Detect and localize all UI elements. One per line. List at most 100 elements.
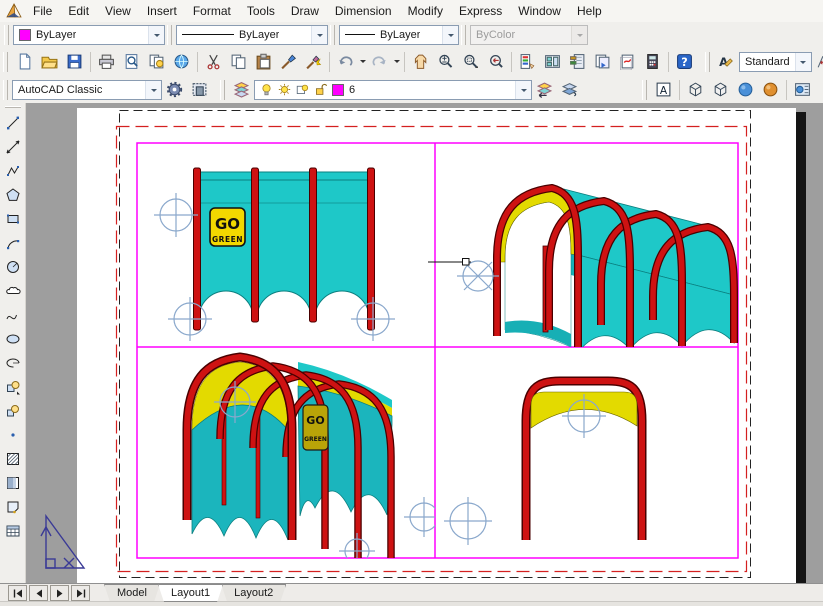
toolbar-grip[interactable] xyxy=(705,52,710,72)
chevron-down-icon[interactable] xyxy=(145,81,161,99)
undo-button[interactable] xyxy=(333,49,358,74)
toolbar-grip[interactable] xyxy=(642,80,647,100)
redo-button[interactable] xyxy=(367,49,392,74)
new-button[interactable] xyxy=(12,49,37,74)
text-style-button[interactable]: A xyxy=(714,49,739,74)
menu-edit[interactable]: Edit xyxy=(60,1,97,22)
rectangle-button[interactable] xyxy=(1,207,25,231)
toolbar-grip[interactable] xyxy=(220,80,225,100)
paste-button[interactable] xyxy=(251,49,276,74)
point-button[interactable] xyxy=(1,423,25,447)
menu-format[interactable]: Format xyxy=(185,1,239,22)
block-editor-button[interactable] xyxy=(301,49,326,74)
drawing-area[interactable]: GO GREEN xyxy=(26,103,823,583)
text-style-combo[interactable]: Standard xyxy=(739,52,812,72)
tool-palettes-button[interactable] xyxy=(565,49,590,74)
revcloud-button[interactable] xyxy=(1,279,25,303)
gradient-button[interactable] xyxy=(1,471,25,495)
linetype-control-combo[interactable]: ByLayer xyxy=(176,25,328,45)
tab-layout2[interactable]: Layout2 xyxy=(221,584,286,602)
toolbar-grip[interactable] xyxy=(4,25,9,45)
table-button[interactable] xyxy=(1,519,25,543)
visual-styles-manager-button[interactable] xyxy=(790,77,815,102)
match-properties-button[interactable] xyxy=(276,49,301,74)
my-workspace-button[interactable] xyxy=(187,77,212,102)
menu-window[interactable]: Window xyxy=(510,1,569,22)
unlock-icon[interactable] xyxy=(314,83,327,96)
conceptual-button[interactable] xyxy=(758,77,783,102)
menu-modify[interactable]: Modify xyxy=(400,1,451,22)
cut-button[interactable] xyxy=(201,49,226,74)
first-tab-button[interactable] xyxy=(8,585,27,601)
workspace-settings-button[interactable] xyxy=(162,77,187,102)
layer-properties-button[interactable] xyxy=(229,77,254,102)
copy-button[interactable] xyxy=(226,49,251,74)
menu-file[interactable]: File xyxy=(25,1,60,22)
web-button[interactable] xyxy=(169,49,194,74)
plot-button[interactable] xyxy=(94,49,119,74)
open-button[interactable] xyxy=(37,49,62,74)
menu-tools[interactable]: Tools xyxy=(239,1,283,22)
menu-dimension[interactable]: Dimension xyxy=(327,1,400,22)
region-button[interactable] xyxy=(1,495,25,519)
toolbar-grip[interactable] xyxy=(167,25,172,45)
chevron-down-icon[interactable] xyxy=(311,26,327,44)
tab-model[interactable]: Model xyxy=(104,584,160,602)
toolbar-grip[interactable] xyxy=(3,80,8,100)
menu-view[interactable]: View xyxy=(97,1,139,22)
menu-draw[interactable]: Draw xyxy=(283,1,327,22)
last-tab-button[interactable] xyxy=(71,585,90,601)
circle-button[interactable] xyxy=(1,255,25,279)
help-button[interactable]: ? xyxy=(672,49,697,74)
menu-insert[interactable]: Insert xyxy=(139,1,185,22)
workspace-combo[interactable]: AutoCAD Classic xyxy=(12,80,162,100)
hatch-button[interactable] xyxy=(1,447,25,471)
dimension-style-button[interactable] xyxy=(812,49,823,74)
chevron-down-icon[interactable] xyxy=(795,53,811,71)
zoom-realtime-button[interactable] xyxy=(433,49,458,74)
toolbar-grip[interactable] xyxy=(5,106,21,108)
construction-line-button[interactable] xyxy=(1,135,25,159)
polyline-button[interactable] xyxy=(1,159,25,183)
chevron-down-icon[interactable] xyxy=(148,26,164,44)
toolbar-grip[interactable] xyxy=(330,25,335,45)
sun-icon[interactable] xyxy=(278,83,291,96)
plot-preview-button[interactable] xyxy=(119,49,144,74)
redo-dropdown[interactable] xyxy=(392,50,401,73)
menu-help[interactable]: Help xyxy=(569,1,610,22)
polygon-button[interactable] xyxy=(1,183,25,207)
ellipse-arc-button[interactable] xyxy=(1,351,25,375)
bulb-on-icon[interactable] xyxy=(260,83,273,96)
markup-set-manager-button[interactable] xyxy=(615,49,640,74)
line-button[interactable] xyxy=(1,111,25,135)
arc-button[interactable] xyxy=(1,231,25,255)
properties-button[interactable] xyxy=(515,49,540,74)
spline-button[interactable] xyxy=(1,303,25,327)
2d-wireframe-button[interactable]: A xyxy=(651,77,676,102)
tab-layout1[interactable]: Layout1 xyxy=(158,584,223,602)
toolbar-grip[interactable] xyxy=(3,52,8,72)
make-block-button[interactable] xyxy=(1,399,25,423)
3d-hidden-button[interactable] xyxy=(708,77,733,102)
layer-previous-button[interactable] xyxy=(532,77,557,102)
viewport-freeze-icon[interactable] xyxy=(296,83,309,96)
layer-states-button[interactable] xyxy=(557,77,582,102)
zoom-previous-button[interactable] xyxy=(483,49,508,74)
layout-canvas[interactable]: GO GREEN xyxy=(26,103,823,583)
realistic-button[interactable] xyxy=(733,77,758,102)
previous-tab-button[interactable] xyxy=(29,585,48,601)
quickcalc-button[interactable] xyxy=(640,49,665,74)
sheet-set-manager-button[interactable] xyxy=(590,49,615,74)
save-button[interactable] xyxy=(62,49,87,74)
3d-wireframe-button[interactable] xyxy=(683,77,708,102)
toolbar-grip[interactable] xyxy=(461,25,466,45)
lineweight-control-combo[interactable]: ByLayer xyxy=(339,25,459,45)
ellipse-button[interactable] xyxy=(1,327,25,351)
next-tab-button[interactable] xyxy=(50,585,69,601)
chevron-down-icon[interactable] xyxy=(515,81,531,99)
menu-express[interactable]: Express xyxy=(451,1,510,22)
undo-dropdown[interactable] xyxy=(358,50,367,73)
insert-block-button[interactable] xyxy=(1,375,25,399)
pan-button[interactable] xyxy=(408,49,433,74)
chevron-down-icon[interactable] xyxy=(442,26,458,44)
